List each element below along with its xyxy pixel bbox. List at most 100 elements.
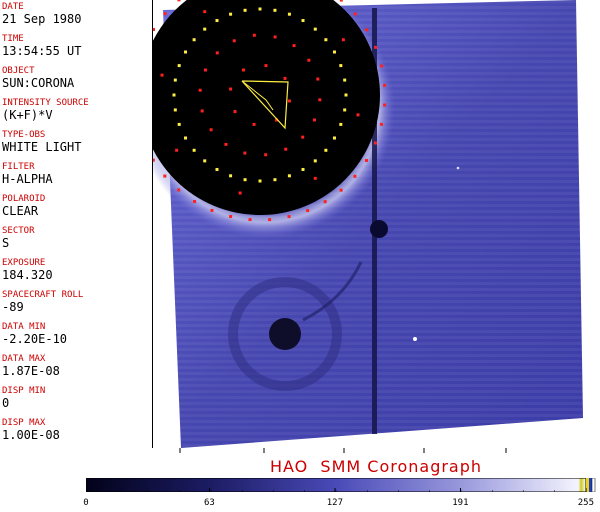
metadata-value: 21 Sep 1980	[2, 12, 82, 26]
overlay-yellow-dot	[177, 64, 181, 68]
metadata-field: SECTOR S	[2, 226, 150, 250]
overlay-red-dot	[241, 68, 245, 72]
metadata-value: -89	[2, 300, 24, 314]
overlay-red-dot	[215, 51, 219, 55]
metadata-label: SECTOR	[2, 226, 35, 236]
metadata-label: DISP MIN	[2, 386, 46, 396]
overlay-yellow-dot	[344, 93, 348, 97]
metadata-field: TYPE-OBS WHITE LIGHT	[2, 130, 150, 154]
ghost-core	[269, 318, 301, 350]
overlay-yellow-dot	[313, 27, 317, 31]
metadata-field: EXPOSURE 184.320	[2, 258, 150, 282]
overlay-yellow-dot	[301, 19, 305, 23]
colorbar-endcap-blue	[589, 478, 592, 492]
overlay-red-dot	[163, 174, 167, 178]
overlay-red-dot	[301, 135, 305, 139]
overlay-red-dot	[243, 151, 247, 155]
metadata-label: DATA MIN	[2, 322, 46, 332]
overlay-red-dot	[364, 158, 368, 162]
metadata-label: POLAROID	[2, 194, 46, 204]
metadata-label: DATA MAX	[2, 354, 46, 364]
metadata-value: CLEAR	[2, 204, 39, 218]
overlay-red-dot	[175, 148, 179, 152]
metadata-value: 1.87E-08	[2, 364, 60, 378]
metadata-label: FILTER	[2, 162, 35, 172]
metadata-value: (K+F)*V	[2, 108, 53, 122]
metadata-value: S	[2, 236, 10, 250]
overlay-red-dot	[316, 77, 320, 81]
overlay-red-dot	[284, 147, 288, 151]
coronagraph-image-svg	[153, 0, 583, 448]
colorbar-tick-label: 255	[577, 498, 595, 508]
overlay-red-dot	[264, 64, 268, 68]
overlay-red-dot	[313, 176, 317, 180]
overlay-red-dot	[373, 141, 377, 145]
colorbar-tick-label: 0	[83, 498, 89, 508]
metadata-field: DISP MAX 1.00E-08	[2, 418, 150, 442]
overlay-red-dot	[252, 122, 256, 126]
overlay-red-dot	[287, 215, 291, 219]
overlay-red-dot	[356, 113, 360, 117]
overlay-yellow-dot	[324, 148, 328, 152]
overlay-red-dot	[287, 99, 291, 103]
instrument-caption: HAO SMM Coronagraph	[269, 457, 483, 476]
metadata-field: DATA MIN -2.20E-10	[2, 322, 150, 346]
overlay-red-dot	[193, 199, 197, 203]
overlay-yellow-dot	[184, 50, 188, 54]
overlay-yellow-dot	[229, 174, 233, 178]
overlay-yellow-dot	[173, 108, 177, 112]
star	[456, 166, 460, 170]
image-axis-ticks	[179, 448, 507, 453]
overlay-red-dot	[383, 83, 387, 87]
colorbar-endcap-white	[591, 478, 596, 492]
overlay-red-dot	[163, 12, 167, 16]
overlay-yellow-dot	[273, 8, 277, 12]
metadata-field: DISP MIN 0	[2, 386, 150, 410]
overlay-yellow-dot	[332, 50, 336, 54]
overlay-red-dot	[177, 188, 181, 192]
overlay-yellow-dot	[258, 179, 262, 183]
metadata-value: 0	[2, 396, 10, 410]
metadata-label: DATE	[2, 2, 24, 12]
metadata-label: TYPE-OBS	[2, 130, 46, 140]
colorbar-labels: 0 63 127 191 255	[0, 498, 600, 512]
overlay-red-dot	[306, 209, 310, 213]
overlay-yellow-dot	[229, 12, 233, 16]
overlay-red-dot	[232, 39, 236, 43]
overlay-yellow-dot	[192, 38, 196, 42]
overlay-red-dot	[365, 28, 369, 32]
metadata-value: WHITE LIGHT	[2, 140, 82, 154]
overlay-yellow-dot	[203, 27, 207, 31]
metadata-panel: DATE 21 Sep 1980 TIME 13:54:55 UT OBJECT SUN:…	[0, 0, 152, 448]
overlay-red-dot	[229, 87, 233, 91]
overlay-red-dot	[380, 64, 384, 68]
overlay-yellow-dot	[343, 78, 347, 82]
overlay-yellow-dot	[287, 12, 291, 16]
metadata-value: 13:54:55 UT	[2, 44, 82, 58]
overlay-red-dot	[374, 45, 378, 49]
overlay-red-dot	[313, 118, 317, 122]
metadata-field: INTENSITY SOURCE (K+F)*V	[2, 98, 150, 122]
overlay-yellow-dot	[215, 19, 219, 23]
overlay-yellow-dot	[339, 64, 343, 68]
overlay-red-dot	[307, 58, 311, 62]
overlay-yellow-dot	[172, 93, 176, 97]
overlay-red-dot	[283, 76, 287, 80]
metadata-label: EXPOSURE	[2, 258, 46, 268]
overlay-red-dot	[177, 0, 181, 2]
colorbar-tick-label: 63	[204, 498, 215, 508]
overlay-red-dot	[209, 128, 213, 132]
overlay-red-dot	[229, 215, 233, 219]
overlay-red-dot	[292, 44, 296, 48]
metadata-field: OBJECT SUN:CORONA	[2, 66, 150, 90]
metadata-label: INTENSITY SOURCE	[2, 98, 89, 108]
metadata-label: OBJECT	[2, 66, 35, 76]
metadata-label: DISP MAX	[2, 418, 46, 428]
overlay-red-dot	[318, 98, 322, 102]
overlay-red-dot	[339, 0, 343, 2]
overlay-red-dot	[233, 110, 237, 114]
overlay-red-dot	[273, 35, 277, 39]
overlay-yellow-dot	[243, 8, 247, 12]
overlay-yellow-dot	[339, 122, 343, 126]
metadata-label: SPACECRAFT ROLL	[2, 290, 84, 300]
